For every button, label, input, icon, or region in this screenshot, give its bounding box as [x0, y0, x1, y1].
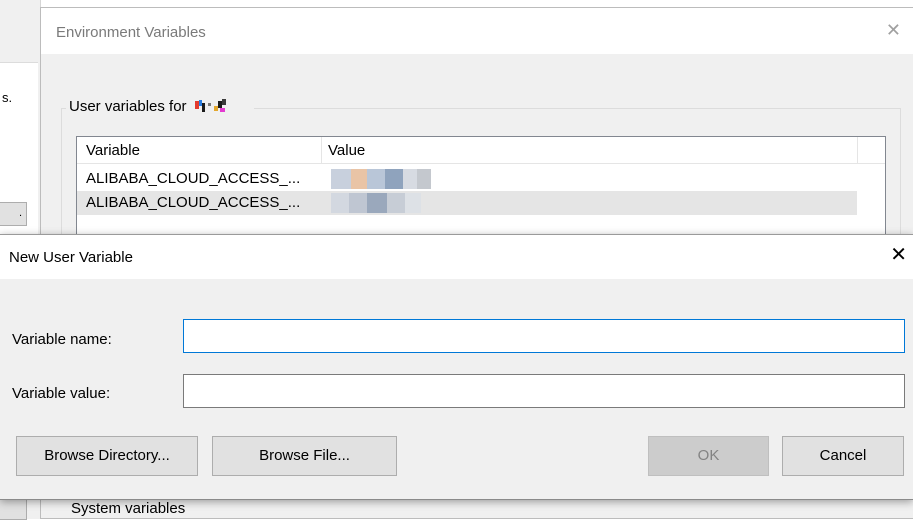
env-window-title: Environment Variables: [56, 24, 206, 41]
list-row[interactable]: ALIBABA_CLOUD_ACCESS_...: [77, 167, 857, 191]
pixelated-user-name-icon: [194, 98, 251, 112]
user-variables-list[interactable]: Variable Value ALIBABA_CLOUD_ACCESS_... …: [76, 136, 886, 240]
variable-name-cell: ALIBABA_CLOUD_ACCESS_...: [86, 194, 301, 211]
column-header-variable[interactable]: Variable: [86, 142, 140, 159]
env-close-icon[interactable]: ✕: [886, 20, 901, 40]
dialog-titlebar: New User Variable ✕: [0, 235, 913, 279]
column-divider[interactable]: [857, 137, 858, 163]
env-titlebar: Environment Variables ✕: [41, 8, 913, 54]
system-variables-group-label: System variables: [71, 500, 186, 517]
blurred-value-icon: [331, 167, 441, 191]
user-variables-group-label: User variables for: [66, 98, 254, 115]
background-button[interactable]: .: [0, 202, 27, 226]
variable-value-input[interactable]: [183, 374, 905, 408]
list-row[interactable]: ALIBABA_CLOUD_ACCESS_...: [77, 191, 857, 215]
column-divider[interactable]: [321, 137, 322, 163]
column-header-value[interactable]: Value: [328, 142, 365, 159]
variable-value-label: Variable value:: [12, 385, 111, 402]
user-variables-label-text: User variables for: [69, 98, 187, 115]
ok-button[interactable]: OK: [648, 436, 769, 476]
dialog-close-icon[interactable]: ✕: [890, 245, 907, 265]
variable-name-input[interactable]: [183, 319, 905, 353]
dialog-title: New User Variable: [9, 249, 133, 266]
new-user-variable-dialog: New User Variable ✕ Variable name: Varia…: [0, 234, 913, 500]
variable-name-cell: ALIBABA_CLOUD_ACCESS_...: [86, 170, 301, 187]
background-text-fragment: s.: [2, 90, 13, 105]
browse-directory-button[interactable]: Browse Directory...: [16, 436, 198, 476]
cancel-button[interactable]: Cancel: [782, 436, 904, 476]
blurred-value-icon: [331, 191, 441, 215]
browse-file-button[interactable]: Browse File...: [212, 436, 397, 476]
list-header: Variable Value: [77, 137, 885, 164]
variable-name-label: Variable name:: [12, 331, 112, 348]
